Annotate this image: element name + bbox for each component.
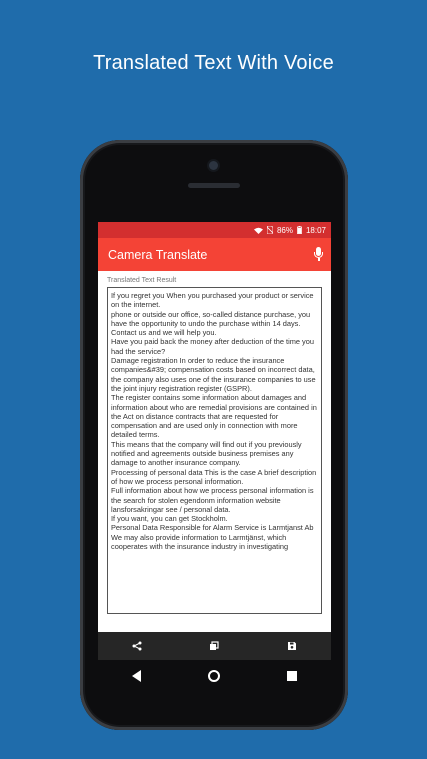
recents-square-icon[interactable] [287, 671, 298, 681]
battery-percent: 86% [276, 225, 293, 235]
app-title: Camera Translate [108, 247, 208, 262]
text-line: phone or outside our office, so-called d… [111, 309, 311, 328]
front-camera [209, 161, 218, 170]
translated-text-label: Translated Text Result [107, 277, 177, 284]
main-content: Translated Text Result If you regret you… [98, 271, 331, 614]
promo-headline: Translated Text With Voice [93, 52, 334, 74]
battery-icon [297, 226, 302, 234]
system-nav-bar [98, 660, 331, 692]
text-line: Have you paid back the money after deduc… [111, 337, 314, 356]
text-line: This means that the company will find ou… [111, 439, 302, 468]
save-icon[interactable] [281, 641, 303, 651]
text-line: Damage registration In order to reduce t… [111, 356, 316, 393]
text-line: If you want, you can get Stockholm. [111, 514, 228, 524]
text-line: Processing of personal data This is the … [111, 467, 317, 486]
phone-screen: 86% 18:07 Camera Translate Translated Te… [98, 222, 331, 660]
clock: 18:07 [305, 225, 326, 235]
microphone-icon[interactable] [313, 246, 323, 263]
text-line: Personal Data Responsible for Alarm Serv… [111, 523, 314, 552]
no-sim-icon [266, 226, 273, 234]
text-line: If you regret you When you purchased you… [111, 291, 314, 310]
copy-icon[interactable] [203, 641, 225, 651]
text-line: Full information about how we process pe… [111, 486, 314, 514]
text-line: Contact us and we will help you. [111, 328, 217, 338]
status-bar: 86% 18:07 [98, 222, 331, 238]
wifi-icon [253, 227, 263, 234]
share-icon[interactable] [126, 641, 148, 651]
action-bar [98, 632, 331, 660]
back-triangle-icon[interactable] [131, 670, 141, 682]
earpiece-speaker [188, 183, 240, 188]
text-line: The register contains some information a… [111, 393, 317, 440]
app-bar: Camera Translate [98, 238, 331, 271]
home-circle-icon[interactable] [207, 670, 220, 682]
translated-text-area[interactable]: If you regret you When you purchased you… [107, 287, 322, 614]
